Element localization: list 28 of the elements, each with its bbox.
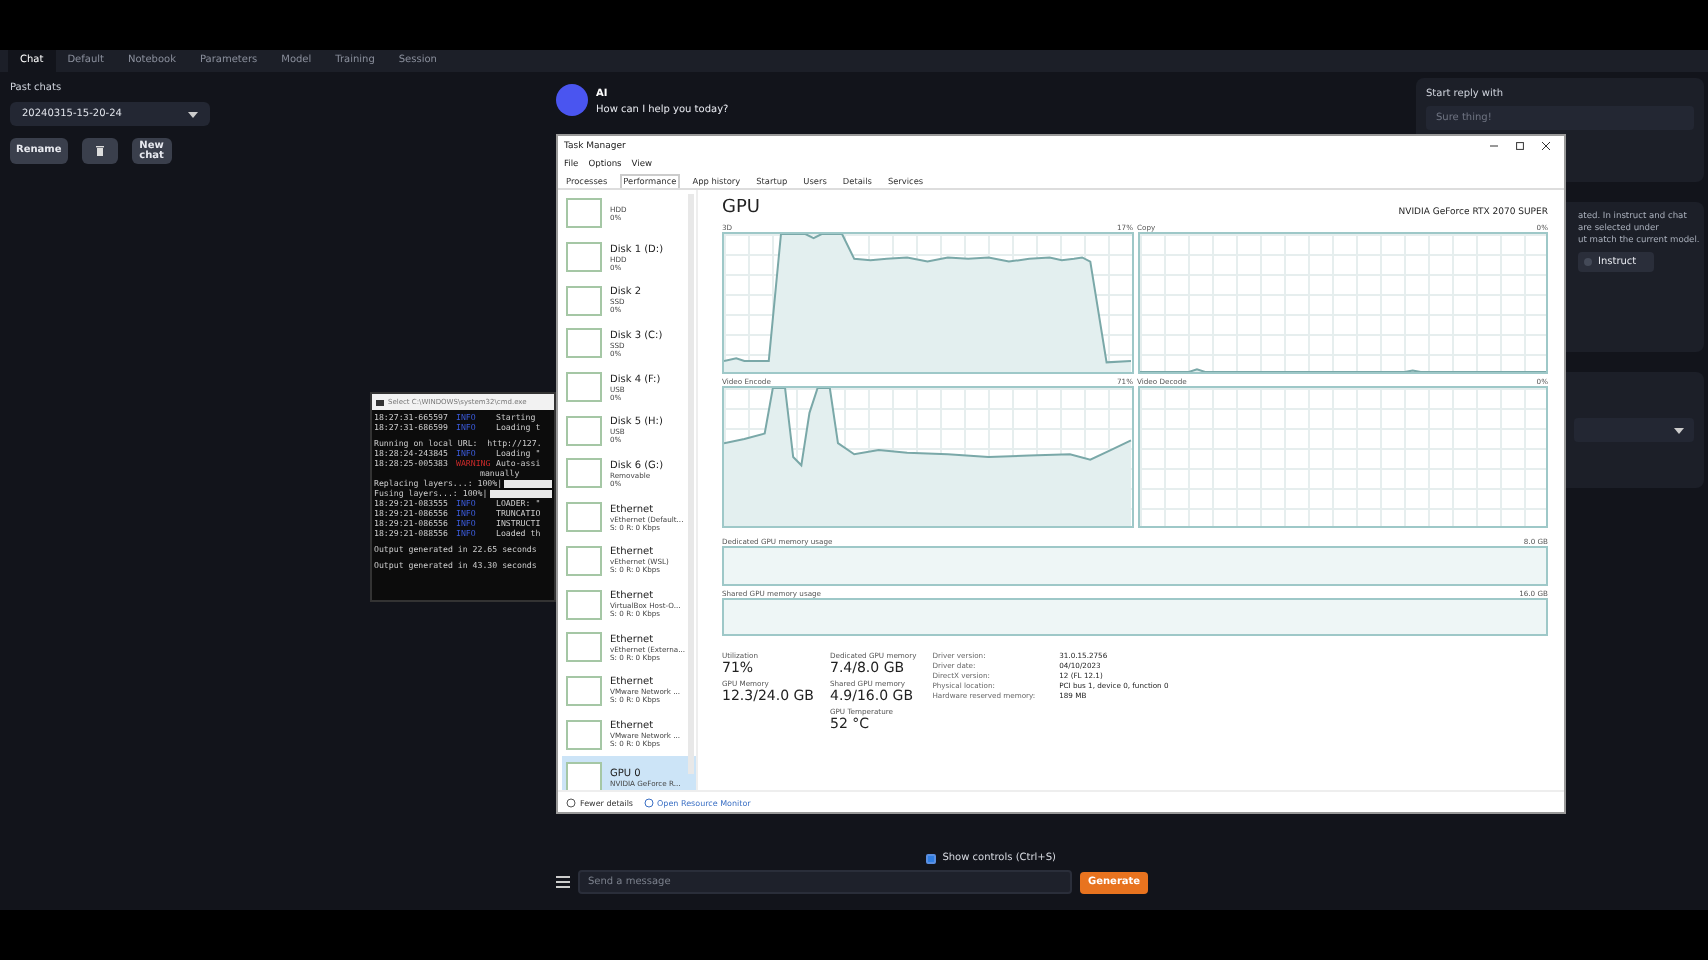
thumbnail-graph bbox=[566, 328, 602, 359]
dropdown-field[interactable] bbox=[1574, 418, 1694, 442]
menu-icon[interactable] bbox=[556, 876, 570, 888]
checkbox[interactable] bbox=[926, 853, 937, 863]
caret-icon bbox=[188, 111, 198, 117]
thumbnail-graph bbox=[566, 719, 602, 750]
thumbnail-graph bbox=[566, 545, 602, 576]
thumbnail-graph bbox=[566, 415, 602, 446]
monitor-icon bbox=[643, 797, 654, 807]
thumbnail-graph bbox=[566, 589, 602, 620]
caret-icon bbox=[1674, 427, 1684, 433]
thumbnail-graph bbox=[566, 632, 602, 663]
thumbnail-graph bbox=[566, 458, 602, 489]
avatar bbox=[556, 84, 588, 116]
thumbnail-graph bbox=[566, 675, 602, 706]
thumbnail-graph bbox=[566, 198, 602, 229]
section-heading: GPU bbox=[722, 198, 760, 218]
console-icon bbox=[376, 399, 384, 405]
close-icon[interactable] bbox=[1542, 142, 1550, 150]
thumbnail-graph bbox=[566, 285, 602, 316]
trash-icon bbox=[95, 146, 104, 156]
thumbnail-graph bbox=[566, 372, 602, 403]
delete-button[interactable] bbox=[81, 138, 118, 164]
minimize-icon[interactable] bbox=[1490, 142, 1498, 150]
thumbnail-graph bbox=[566, 762, 602, 790]
maximize-icon[interactable] bbox=[1516, 142, 1524, 150]
thumbnail-graph bbox=[566, 242, 602, 273]
thumbnail-graph bbox=[566, 502, 602, 533]
